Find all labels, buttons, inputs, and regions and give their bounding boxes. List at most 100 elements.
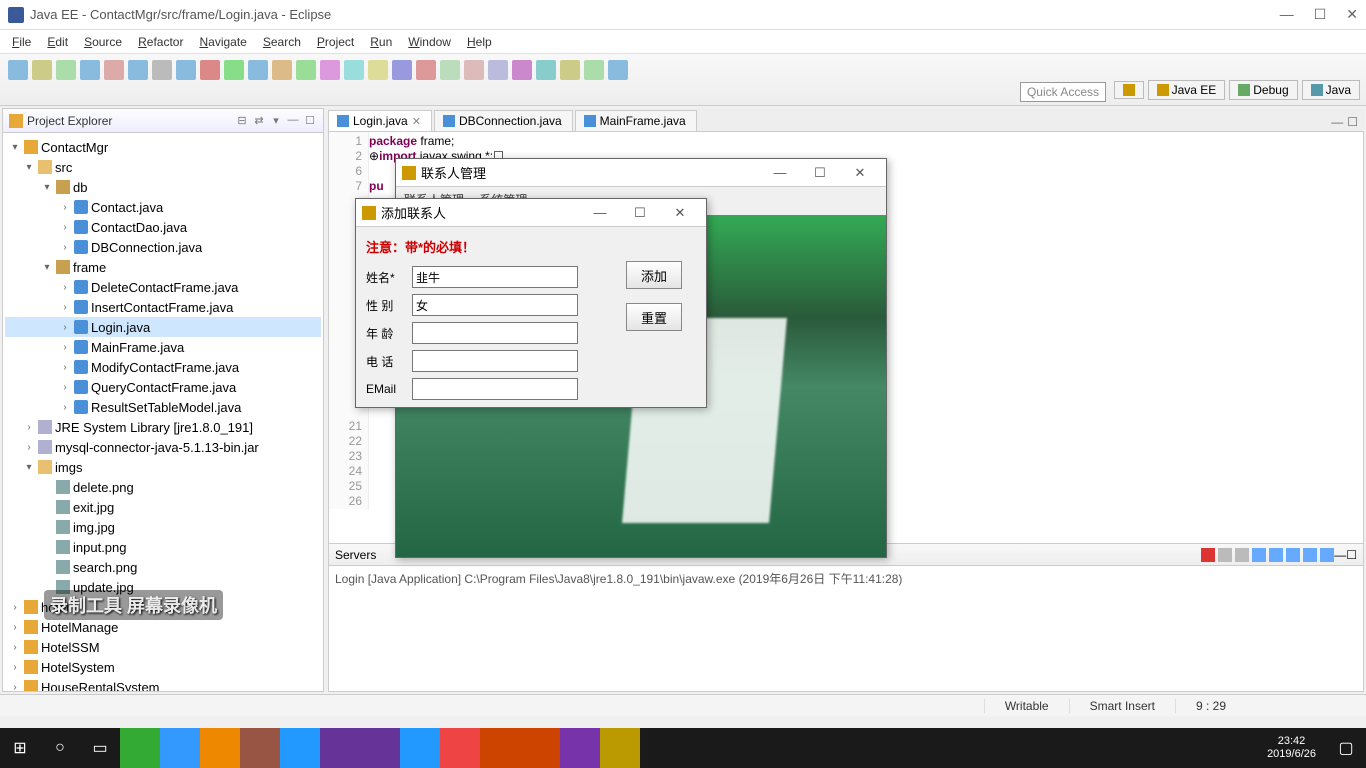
field-input-2[interactable] — [412, 322, 578, 344]
tree-item[interactable]: ›HotelSystem — [5, 657, 321, 677]
tree-item[interactable]: ›mysql-connector-java-5.1.13-bin.jar — [5, 437, 321, 457]
maximize-button[interactable]: ☐ — [1314, 6, 1327, 23]
tree-item[interactable]: ▾src — [5, 157, 321, 177]
minimize-console-icon[interactable]: — — [1334, 548, 1346, 562]
toolbar-button-6[interactable] — [152, 60, 172, 80]
quick-access-input[interactable]: Quick Access — [1020, 82, 1106, 102]
close-button[interactable]: ✕ — [1346, 6, 1358, 23]
javaee-perspective[interactable]: Java EE — [1148, 80, 1226, 100]
taskbar-app-1[interactable] — [160, 728, 200, 768]
tree-item[interactable]: ›ModifyContactFrame.java — [5, 357, 321, 377]
minimize-view-icon[interactable]: — — [286, 114, 300, 128]
tree-item[interactable]: ›hotel — [5, 597, 321, 617]
toolbar-button-21[interactable] — [512, 60, 532, 80]
toolbar-button-12[interactable] — [296, 60, 316, 80]
editor-tab[interactable]: DBConnection.java — [434, 110, 573, 131]
minimize-editor-icon[interactable]: — — [1331, 115, 1343, 129]
dlg1-close[interactable]: ✕ — [840, 165, 880, 181]
toolbar-button-8[interactable] — [200, 60, 220, 80]
menu-run[interactable]: Run — [362, 33, 400, 51]
taskbar-app-12[interactable] — [600, 728, 640, 768]
tree-item[interactable]: delete.png — [5, 477, 321, 497]
taskbar-app-5[interactable] — [320, 728, 360, 768]
java-perspective[interactable]: Java — [1302, 80, 1360, 100]
taskbar-app-10[interactable] — [520, 728, 560, 768]
menu-navigate[interactable]: Navigate — [191, 33, 254, 51]
toolbar-button-15[interactable] — [368, 60, 388, 80]
toolbar-button-20[interactable] — [488, 60, 508, 80]
console-body[interactable]: Login [Java Application] C:\Program File… — [329, 566, 1363, 691]
scroll-lock-icon[interactable] — [1269, 548, 1283, 562]
toolbar-button-23[interactable] — [560, 60, 580, 80]
tree-item[interactable]: img.jpg — [5, 517, 321, 537]
toolbar-button-14[interactable] — [344, 60, 364, 80]
dlg2-titlebar[interactable]: 添加联系人 — ☐ ✕ — [356, 199, 706, 227]
tree-item[interactable]: ›HouseRentalSystem — [5, 677, 321, 691]
system-clock[interactable]: 23:42 2019/6/26 — [1257, 728, 1326, 768]
taskbar-app-8[interactable] — [440, 728, 480, 768]
field-input-0[interactable] — [412, 266, 578, 288]
display-selected-icon[interactable] — [1303, 548, 1317, 562]
editor-tab[interactable]: MainFrame.java — [575, 110, 697, 131]
tree-item[interactable]: ▾imgs — [5, 457, 321, 477]
remove-launch-icon[interactable] — [1218, 548, 1232, 562]
dlg2-maximize[interactable]: ☐ — [620, 205, 660, 221]
tree-item[interactable]: ›HotelSSM — [5, 637, 321, 657]
open-perspective-button[interactable] — [1114, 81, 1144, 99]
tree-item[interactable]: search.png — [5, 557, 321, 577]
tree-item[interactable]: ▾ContactMgr — [5, 137, 321, 157]
tree-item[interactable]: ›DeleteContactFrame.java — [5, 277, 321, 297]
close-tab-icon[interactable]: ✕ — [412, 115, 421, 128]
menu-refactor[interactable]: Refactor — [130, 33, 191, 51]
add-button[interactable]: 添加 — [626, 261, 682, 289]
toolbar-button-11[interactable] — [272, 60, 292, 80]
dlg1-maximize[interactable]: ☐ — [800, 165, 840, 181]
dlg2-close[interactable]: ✕ — [660, 205, 700, 221]
tree-item[interactable]: ›MainFrame.java — [5, 337, 321, 357]
taskbar-app-11[interactable] — [560, 728, 600, 768]
pin-console-icon[interactable] — [1286, 548, 1300, 562]
tree-item[interactable]: update.jpg — [5, 577, 321, 597]
toolbar-button-13[interactable] — [320, 60, 340, 80]
add-contact-dialog[interactable]: 添加联系人 — ☐ ✕ 注意：带*的必填！ 姓名*性 别年 龄电 话EMail … — [355, 198, 707, 408]
tree-item[interactable]: ›HotelManage — [5, 617, 321, 637]
cortana-icon[interactable]: ○ — [40, 728, 80, 768]
toolbar-button-5[interactable] — [128, 60, 148, 80]
menu-edit[interactable]: Edit — [39, 33, 76, 51]
menu-project[interactable]: Project — [309, 33, 362, 51]
tree-item[interactable]: ›ContactDao.java — [5, 217, 321, 237]
taskbar-app-4[interactable] — [280, 728, 320, 768]
menu-source[interactable]: Source — [76, 33, 130, 51]
toolbar-button-17[interactable] — [416, 60, 436, 80]
console-tab[interactable]: Servers — [335, 548, 376, 562]
remove-all-icon[interactable] — [1235, 548, 1249, 562]
tree-item[interactable]: ›JRE System Library [jre1.8.0_191] — [5, 417, 321, 437]
reset-button[interactable]: 重置 — [626, 303, 682, 331]
minimize-button[interactable]: — — [1280, 6, 1294, 23]
toolbar-button-16[interactable] — [392, 60, 412, 80]
taskbar-app-2[interactable] — [200, 728, 240, 768]
menu-help[interactable]: Help — [459, 33, 500, 51]
clear-console-icon[interactable] — [1252, 548, 1266, 562]
tree-item[interactable]: ›QueryContactFrame.java — [5, 377, 321, 397]
toolbar-button-3[interactable] — [80, 60, 100, 80]
maximize-view-icon[interactable]: ☐ — [303, 114, 317, 128]
tree-item[interactable]: ▾db — [5, 177, 321, 197]
maximize-editor-icon[interactable]: ☐ — [1347, 115, 1358, 129]
dlg1-minimize[interactable]: — — [760, 165, 800, 180]
tree-item[interactable]: ›DBConnection.java — [5, 237, 321, 257]
link-editor-icon[interactable]: ⇄ — [252, 114, 266, 128]
toolbar-button-7[interactable] — [176, 60, 196, 80]
tree-item[interactable]: ▾frame — [5, 257, 321, 277]
taskbar-app-3[interactable] — [240, 728, 280, 768]
toolbar-button-0[interactable] — [8, 60, 28, 80]
notification-icon[interactable]: ▢ — [1326, 728, 1366, 768]
toolbar-button-25[interactable] — [608, 60, 628, 80]
toolbar-button-2[interactable] — [56, 60, 76, 80]
field-input-4[interactable] — [412, 378, 578, 400]
taskbar-app-0[interactable] — [120, 728, 160, 768]
maximize-console-icon[interactable]: ☐ — [1346, 548, 1357, 562]
tree-item[interactable]: ›Login.java — [5, 317, 321, 337]
project-tree[interactable]: ▾ContactMgr▾src▾db›Contact.java›ContactD… — [3, 133, 323, 691]
toolbar-button-24[interactable] — [584, 60, 604, 80]
